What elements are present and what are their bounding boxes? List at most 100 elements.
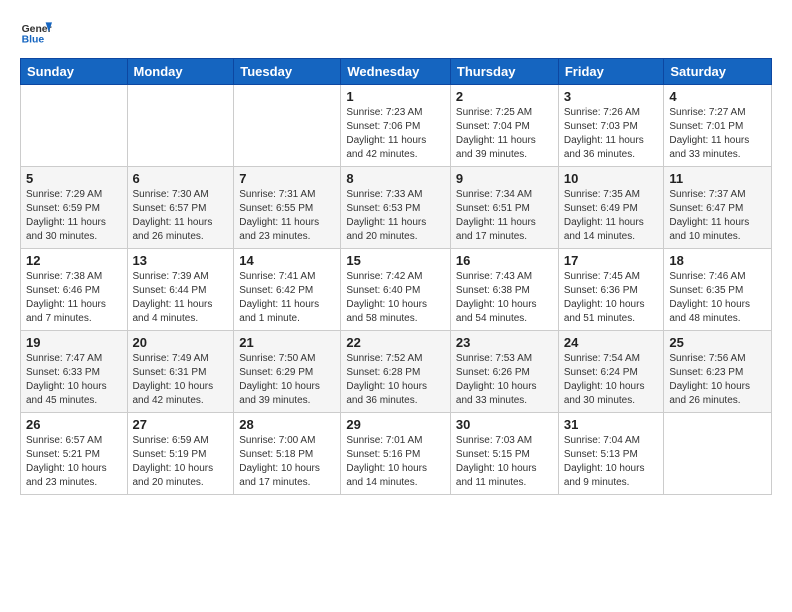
day-number: 24 — [564, 335, 659, 350]
day-info: Sunrise: 6:59 AM Sunset: 5:19 PM Dayligh… — [133, 434, 229, 490]
day-number: 27 — [133, 417, 229, 432]
calendar-cell: 16 Sunrise: 7:43 AM Sunset: 6:38 PM Dayli… — [450, 249, 558, 331]
day-number: 12 — [26, 253, 122, 268]
day-number: 31 — [564, 417, 659, 432]
calendar-week-row: 1 Sunrise: 7:23 AM Sunset: 7:06 PM Daylig… — [21, 85, 772, 167]
day-number: 18 — [669, 253, 766, 268]
day-number: 11 — [669, 171, 766, 186]
day-number: 5 — [26, 171, 122, 186]
weekday-header-monday: Monday — [127, 59, 234, 85]
day-info: Sunrise: 7:42 AM Sunset: 6:40 PM Dayligh… — [346, 270, 445, 326]
calendar-week-row: 12Sunrise: 7:38 AM Sunset: 6:46 PM Dayli… — [21, 249, 772, 331]
day-info: Sunrise: 7:25 AM Sunset: 7:04 PM Dayligh… — [456, 106, 553, 162]
day-info: Sunrise: 7:04 AM Sunset: 5:13 PM Dayligh… — [564, 434, 659, 490]
day-number: 1 — [346, 89, 445, 104]
calendar-week-row: 26Sunrise: 6:57 AM Sunset: 5:21 PM Dayli… — [21, 413, 772, 495]
logo: General Blue — [20, 16, 54, 48]
weekday-header-friday: Friday — [558, 59, 664, 85]
day-number: 30 — [456, 417, 553, 432]
calendar-cell: 12Sunrise: 7:38 AM Sunset: 6:46 PM Dayli… — [21, 249, 128, 331]
calendar-cell: 20Sunrise: 7:49 AM Sunset: 6:31 PM Dayli… — [127, 331, 234, 413]
calendar-cell — [234, 85, 341, 167]
day-info: Sunrise: 7:29 AM Sunset: 6:59 PM Dayligh… — [26, 188, 122, 244]
weekday-header-sunday: Sunday — [21, 59, 128, 85]
day-info: Sunrise: 7:47 AM Sunset: 6:33 PM Dayligh… — [26, 352, 122, 408]
calendar-cell — [21, 85, 128, 167]
day-info: Sunrise: 7:33 AM Sunset: 6:53 PM Dayligh… — [346, 188, 445, 244]
weekday-header-thursday: Thursday — [450, 59, 558, 85]
calendar-header-row: SundayMondayTuesdayWednesdayThursdayFrid… — [21, 59, 772, 85]
day-number: 21 — [239, 335, 335, 350]
calendar-cell: 4 Sunrise: 7:27 AM Sunset: 7:01 PM Daylig… — [664, 85, 772, 167]
day-info: Sunrise: 7:31 AM Sunset: 6:55 PM Dayligh… — [239, 188, 335, 244]
day-info: Sunrise: 7:23 AM Sunset: 7:06 PM Dayligh… — [346, 106, 445, 162]
calendar-cell: 28 Sunrise: 7:00 AM Sunset: 5:18 PM Dayli… — [234, 413, 341, 495]
calendar-cell: 17 Sunrise: 7:45 AM Sunset: 6:36 PM Dayli… — [558, 249, 664, 331]
day-info: Sunrise: 7:30 AM Sunset: 6:57 PM Dayligh… — [133, 188, 229, 244]
calendar-cell: 18Sunrise: 7:46 AM Sunset: 6:35 PM Dayli… — [664, 249, 772, 331]
day-number: 26 — [26, 417, 122, 432]
day-info: Sunrise: 7:26 AM Sunset: 7:03 PM Dayligh… — [564, 106, 659, 162]
day-number: 10 — [564, 171, 659, 186]
calendar-cell: 31 Sunrise: 7:04 AM Sunset: 5:13 PM Dayli… — [558, 413, 664, 495]
day-info: Sunrise: 7:39 AM Sunset: 6:44 PM Dayligh… — [133, 270, 229, 326]
calendar-cell: 2 Sunrise: 7:25 AM Sunset: 7:04 PM Daylig… — [450, 85, 558, 167]
calendar-week-row: 5 Sunrise: 7:29 AM Sunset: 6:59 PM Daylig… — [21, 167, 772, 249]
day-number: 3 — [564, 89, 659, 104]
calendar-cell: 5 Sunrise: 7:29 AM Sunset: 6:59 PM Daylig… — [21, 167, 128, 249]
calendar-cell: 15 Sunrise: 7:42 AM Sunset: 6:40 PM Dayli… — [341, 249, 451, 331]
weekday-header-tuesday: Tuesday — [234, 59, 341, 85]
day-number: 14 — [239, 253, 335, 268]
weekday-header-saturday: Saturday — [664, 59, 772, 85]
header: General Blue — [20, 16, 772, 48]
day-info: Sunrise: 7:43 AM Sunset: 6:38 PM Dayligh… — [456, 270, 553, 326]
calendar-cell: 26Sunrise: 6:57 AM Sunset: 5:21 PM Dayli… — [21, 413, 128, 495]
calendar-cell — [127, 85, 234, 167]
calendar-cell: 14 Sunrise: 7:41 AM Sunset: 6:42 PM Dayli… — [234, 249, 341, 331]
day-number: 22 — [346, 335, 445, 350]
calendar-cell: 22Sunrise: 7:52 AM Sunset: 6:28 PM Dayli… — [341, 331, 451, 413]
day-number: 4 — [669, 89, 766, 104]
calendar-cell: 21 Sunrise: 7:50 AM Sunset: 6:29 PM Dayli… — [234, 331, 341, 413]
day-info: Sunrise: 7:37 AM Sunset: 6:47 PM Dayligh… — [669, 188, 766, 244]
day-number: 13 — [133, 253, 229, 268]
calendar-cell: 1 Sunrise: 7:23 AM Sunset: 7:06 PM Daylig… — [341, 85, 451, 167]
day-number: 6 — [133, 171, 229, 186]
day-number: 17 — [564, 253, 659, 268]
calendar-cell: 11 Sunrise: 7:37 AM Sunset: 6:47 PM Dayli… — [664, 167, 772, 249]
calendar-cell: 6 Sunrise: 7:30 AM Sunset: 6:57 PM Daylig… — [127, 167, 234, 249]
calendar-cell: 30Sunrise: 7:03 AM Sunset: 5:15 PM Dayli… — [450, 413, 558, 495]
calendar-cell: 3 Sunrise: 7:26 AM Sunset: 7:03 PM Daylig… — [558, 85, 664, 167]
day-info: Sunrise: 7:34 AM Sunset: 6:51 PM Dayligh… — [456, 188, 553, 244]
calendar-cell: 8Sunrise: 7:33 AM Sunset: 6:53 PM Daylig… — [341, 167, 451, 249]
calendar-cell — [664, 413, 772, 495]
day-info: Sunrise: 7:56 AM Sunset: 6:23 PM Dayligh… — [669, 352, 766, 408]
day-number: 29 — [346, 417, 445, 432]
day-info: Sunrise: 7:53 AM Sunset: 6:26 PM Dayligh… — [456, 352, 553, 408]
calendar-cell: 23Sunrise: 7:53 AM Sunset: 6:26 PM Dayli… — [450, 331, 558, 413]
day-number: 19 — [26, 335, 122, 350]
day-number: 28 — [239, 417, 335, 432]
day-number: 25 — [669, 335, 766, 350]
day-info: Sunrise: 7:35 AM Sunset: 6:49 PM Dayligh… — [564, 188, 659, 244]
day-number: 2 — [456, 89, 553, 104]
calendar-cell: 10 Sunrise: 7:35 AM Sunset: 6:49 PM Dayli… — [558, 167, 664, 249]
day-info: Sunrise: 7:00 AM Sunset: 5:18 PM Dayligh… — [239, 434, 335, 490]
day-number: 15 — [346, 253, 445, 268]
calendar-cell: 19 Sunrise: 7:47 AM Sunset: 6:33 PM Dayli… — [21, 331, 128, 413]
day-info: Sunrise: 7:01 AM Sunset: 5:16 PM Dayligh… — [346, 434, 445, 490]
day-number: 9 — [456, 171, 553, 186]
svg-text:Blue: Blue — [22, 34, 45, 45]
day-number: 7 — [239, 171, 335, 186]
calendar-table: SundayMondayTuesdayWednesdayThursdayFrid… — [20, 58, 772, 495]
day-info: Sunrise: 7:50 AM Sunset: 6:29 PM Dayligh… — [239, 352, 335, 408]
calendar-cell: 25 Sunrise: 7:56 AM Sunset: 6:23 PM Dayli… — [664, 331, 772, 413]
calendar-cell: 13 Sunrise: 7:39 AM Sunset: 6:44 PM Dayli… — [127, 249, 234, 331]
day-info: Sunrise: 7:54 AM Sunset: 6:24 PM Dayligh… — [564, 352, 659, 408]
day-info: Sunrise: 7:45 AM Sunset: 6:36 PM Dayligh… — [564, 270, 659, 326]
day-info: Sunrise: 7:41 AM Sunset: 6:42 PM Dayligh… — [239, 270, 335, 326]
day-number: 16 — [456, 253, 553, 268]
calendar-cell: 29 Sunrise: 7:01 AM Sunset: 5:16 PM Dayli… — [341, 413, 451, 495]
day-info: Sunrise: 7:27 AM Sunset: 7:01 PM Dayligh… — [669, 106, 766, 162]
generalblue-icon: General Blue — [20, 16, 52, 48]
